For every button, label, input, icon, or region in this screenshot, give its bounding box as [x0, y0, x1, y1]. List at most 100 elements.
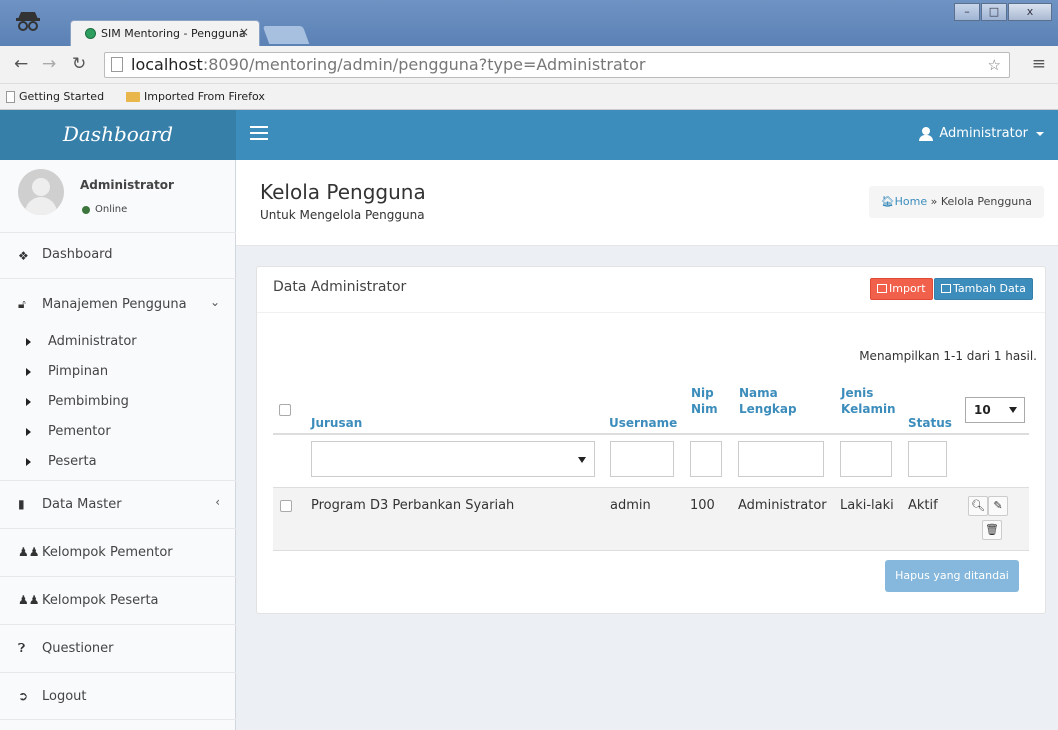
window-controls: – □ x [954, 3, 1052, 21]
filter-jenis-kelamin-input[interactable] [840, 441, 892, 477]
address-bar[interactable]: localhost:8090/mentoring/admin/pengguna?… [104, 52, 1010, 78]
sidebar-subitem-pimpinan[interactable]: Pimpinan [0, 358, 236, 388]
back-icon[interactable]: ← [14, 54, 28, 74]
sidebar-item-questioner[interactable]: ❓︎ Questioner [0, 624, 236, 672]
sidebar-item-kelompok-peserta[interactable]: ♟♟ Kelompok Peserta [0, 576, 236, 624]
bookmark-imported-from-firefox[interactable]: Imported From Firefox [126, 90, 265, 103]
copy-icon [941, 284, 951, 293]
import-button[interactable]: Import [870, 278, 933, 300]
folder-icon [126, 91, 140, 102]
caret-right-icon [26, 338, 31, 346]
forward-icon[interactable]: → [42, 54, 56, 74]
minimize-button[interactable]: – [954, 3, 980, 21]
bookmarks-bar: Getting Started Imported From Firefox [0, 84, 1058, 110]
cell-username: admin [610, 498, 651, 513]
chevron-left-icon: ‹ [215, 495, 220, 509]
box-title: Data Administrator [273, 279, 407, 295]
sidebar-subitem-pementor[interactable]: Pementor [0, 418, 236, 448]
browser-menu-icon[interactable]: ≡ [1032, 54, 1046, 74]
header-divider [273, 433, 1029, 435]
page-icon [111, 57, 123, 72]
chevron-down-icon: ⌄ [209, 295, 220, 309]
column-header-nip-nim[interactable]: Nip Nim [691, 385, 718, 417]
column-header-status[interactable]: Status [908, 415, 952, 431]
app-logo[interactable]: Dashboard [0, 110, 236, 160]
breadcrumb-current: Kelola Pengguna [940, 195, 1032, 208]
content-header: Kelola Pengguna Untuk Mengelola Pengguna… [236, 160, 1058, 246]
sidebar-subitem-pembimbing[interactable]: Pembimbing [0, 388, 236, 418]
filter-username-input[interactable] [610, 441, 674, 477]
star-icon[interactable]: ☆ [988, 56, 1001, 74]
filter-nip-nim-input[interactable] [690, 441, 722, 477]
browser-titlebar: SIM Mentoring - Pengguna × – □ x [0, 0, 1058, 46]
breadcrumb-home-link[interactable]: 🏠︎Home [881, 195, 927, 208]
cell-jenis-kelamin: Laki-laki [840, 498, 894, 513]
favicon-icon [85, 28, 96, 39]
sidebar-item-kelompok-pementor[interactable]: ♟♟ Kelompok Pementor [0, 528, 236, 576]
page-icon [6, 90, 15, 103]
users-icon: ♟♟ [18, 593, 40, 607]
caret-down-icon [1036, 131, 1044, 136]
browser-tab[interactable]: SIM Mentoring - Pengguna × [70, 20, 260, 46]
sidebar-item-dashboard[interactable]: ❖ Dashboard [0, 232, 236, 278]
data-administrator-box: Data Administrator Import Tambah Data Me… [256, 266, 1046, 614]
cell-status: Aktif [908, 498, 938, 513]
results-summary: Menampilkan 1-1 dari 1 hasil. [859, 349, 1037, 363]
caret-right-icon [26, 368, 31, 376]
caret-right-icon [26, 428, 31, 436]
user-panel: Administrator Online [0, 160, 236, 232]
column-header-nama-lengkap[interactable]: Nama Lengkap [739, 385, 797, 417]
url-text[interactable]: localhost:8090/mentoring/admin/pengguna?… [131, 55, 645, 74]
sidebar-item-logout[interactable]: ➲ Logout [0, 672, 236, 720]
copy-icon [877, 284, 887, 293]
bookmark-getting-started[interactable]: Getting Started [6, 90, 104, 103]
select-all-checkbox[interactable] [279, 404, 291, 416]
column-header-jenis-kelamin[interactable]: Jenis Kelamin [841, 385, 896, 417]
breadcrumb: 🏠︎Home » Kelola Pengguna [868, 186, 1044, 218]
sidebar-subitem-peserta[interactable]: Peserta [0, 448, 236, 478]
close-window-button[interactable]: x [1008, 3, 1052, 21]
book-icon: ▮ [18, 497, 25, 511]
filter-jurusan-select[interactable] [311, 441, 595, 477]
user-icon [919, 126, 934, 141]
tab-close-icon[interactable]: × [239, 25, 249, 39]
sidebar-item-manajemen-pengguna[interactable]: 🔓︎ Manajemen Pengguna ⌄ [0, 278, 236, 328]
new-tab-button[interactable] [262, 26, 310, 44]
sidebar-subitem-administrator[interactable]: Administrator [0, 328, 236, 358]
question-circle-icon: ❓︎ [18, 641, 26, 655]
add-data-button[interactable]: Tambah Data [934, 278, 1033, 300]
page-size-select[interactable]: 10 [965, 397, 1025, 423]
table-row: Program D3 Perbankan Syariah admin 100 A… [273, 487, 1029, 551]
column-header-username[interactable]: Username [609, 415, 677, 431]
page-subtitle: Untuk Mengelola Pengguna [260, 208, 425, 222]
sidebar-item-data-master[interactable]: ▮ Data Master ‹ [0, 480, 236, 528]
users-icon: ♟♟ [18, 545, 40, 559]
top-navbar: Administrator [236, 110, 1058, 160]
user-menu-label: Administrator [939, 126, 1028, 141]
caret-right-icon [26, 458, 31, 466]
filter-nama-lengkap-input[interactable] [738, 441, 824, 477]
user-menu[interactable]: Administrator [919, 126, 1044, 141]
avatar [18, 169, 64, 215]
breadcrumb-separator: » [930, 195, 938, 208]
caret-down-icon [578, 457, 586, 463]
maximize-button[interactable]: □ [981, 3, 1007, 21]
online-dot-icon [82, 205, 90, 214]
column-header-jurusan[interactable]: Jurusan [311, 415, 362, 431]
user-panel-name: Administrator [80, 178, 174, 192]
browser-toolbar: ← → ↻ localhost:8090/mentoring/admin/pen… [0, 46, 1058, 84]
delete-marked-button[interactable]: Hapus yang ditandai [885, 560, 1019, 592]
edit-icon[interactable]: ✎ [988, 496, 1008, 516]
sidebar-toggle-icon[interactable] [250, 126, 268, 140]
row-checkbox[interactable] [280, 500, 292, 512]
cell-nip-nim: 100 [690, 498, 715, 513]
user-panel-status: Online [82, 204, 127, 215]
filter-status-input[interactable] [908, 441, 947, 477]
delete-icon[interactable]: 🗑︎ [982, 520, 1002, 540]
page-title: Kelola Pengguna [260, 180, 426, 204]
view-icon[interactable]: 🔍︎ [968, 496, 988, 516]
cell-jurusan: Program D3 Perbankan Syariah [311, 498, 515, 513]
sign-out-icon: ➲ [18, 689, 29, 703]
reload-icon[interactable]: ↻ [72, 54, 86, 74]
incognito-icon [16, 12, 40, 31]
